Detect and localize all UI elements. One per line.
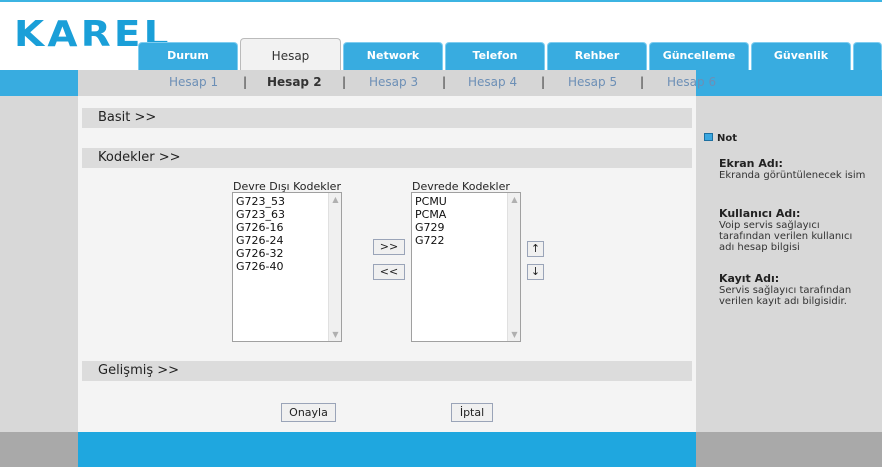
list-item[interactable]: G726-24 [235,234,327,247]
list-item[interactable]: G726-40 [235,260,327,273]
help-panel [696,96,882,432]
main-content: Basit >> Kodekler >> Devre Dışı Kodekler… [78,96,696,432]
footer-right [696,432,882,467]
note-title: Kayıt Adı: [719,272,780,285]
subtab-hesap-5[interactable]: Hesap 5 [568,75,617,89]
subtab-separator: | [243,75,248,89]
tab-rehber[interactable]: Rehber [547,42,647,70]
scrollbar[interactable]: ▲ ▼ [507,193,520,341]
confirm-button[interactable]: Onayla [281,403,336,422]
tab-telefon[interactable]: Telefon [445,42,545,70]
top-accent-line [0,0,882,2]
note-item: Kayıt Adı: Servis sağlayıcı tarafından v… [719,272,869,307]
add-codec-button[interactable]: >> [373,239,405,255]
cancel-button[interactable]: İptal [451,403,493,422]
enabled-codecs-list[interactable]: PCMU PCMA G729 G722 ▲ ▼ [411,192,521,342]
subtab-separator: | [640,75,645,89]
move-down-button[interactable]: ↓ [527,264,544,280]
list-item[interactable]: G723_63 [235,208,327,221]
list-item[interactable]: PCMA [414,208,506,221]
scroll-down-icon[interactable]: ▼ [329,328,342,341]
scroll-down-icon[interactable]: ▼ [508,328,521,341]
tab-guvenlik[interactable]: Güvenlik [751,42,851,70]
tab-guncelleme[interactable]: Güncelleme [649,42,749,70]
remove-codec-button[interactable]: << [373,264,405,280]
tab-network[interactable]: Network [343,42,443,70]
disabled-codecs-list[interactable]: G723_53 G723_63 G726-16 G726-24 G726-32 … [232,192,342,342]
note-heading-label: Not [717,133,738,144]
note-title: Ekran Adı: [719,157,783,170]
subtab-hesap-4[interactable]: Hesap 4 [468,75,517,89]
note-title: Kullanıcı Adı: [719,207,801,220]
note-heading: Not [704,133,737,144]
subtab-hesap-1[interactable]: Hesap 1 [169,75,218,89]
subtab-separator: | [541,75,546,89]
list-item[interactable]: G722 [414,234,506,247]
footer-left [0,432,78,467]
subtab-separator: | [442,75,447,89]
tab-hesap[interactable]: Hesap [240,38,341,70]
list-item[interactable]: G723_53 [235,195,327,208]
section-basic-toggle[interactable]: Basit >> [82,108,692,128]
scrollbar[interactable]: ▲ ▼ [328,193,341,341]
note-text: Voip servis sağlayıcı tarafından verilen… [719,220,853,253]
note-text: Ekranda görüntülenecek isim [719,170,866,181]
subtab-hesap-2[interactable]: Hesap 2 [267,75,322,89]
section-advanced-toggle[interactable]: Gelişmiş >> [82,361,692,381]
main-tab-bar: Durum Hesap Network Telefon Rehber Günce… [138,38,882,70]
section-codecs-toggle[interactable]: Kodekler >> [82,148,692,168]
subtab-separator: | [342,75,347,89]
note-item: Ekran Adı: Ekranda görüntülenecek isim [719,157,869,181]
list-item[interactable]: G726-32 [235,247,327,260]
scroll-up-icon[interactable]: ▲ [508,193,521,206]
note-item: Kullanıcı Adı: Voip servis sağlayıcı tar… [719,207,869,253]
tab-durum[interactable]: Durum [138,42,238,70]
list-item[interactable]: G729 [414,221,506,234]
note-text: Servis sağlayıcı tarafından verilen kayı… [719,285,852,307]
scroll-up-icon[interactable]: ▲ [329,193,342,206]
subtab-hesap-3[interactable]: Hesap 3 [369,75,418,89]
tab-overflow [853,42,882,70]
note-icon [704,133,713,141]
footer-bar [78,432,696,467]
left-panel [0,96,78,432]
header: KAREL Durum Hesap Network Telefon Rehber… [0,0,882,70]
list-item[interactable]: G726-16 [235,221,327,234]
subtab-hesap-6[interactable]: Hesap 6 [667,75,716,89]
sub-nav: Hesap 1 | Hesap 2 | Hesap 3 | Hesap 4 | … [0,70,882,96]
list-item[interactable]: PCMU [414,195,506,208]
move-up-button[interactable]: ↑ [527,241,544,257]
page: KAREL Durum Hesap Network Telefon Rehber… [0,0,882,467]
